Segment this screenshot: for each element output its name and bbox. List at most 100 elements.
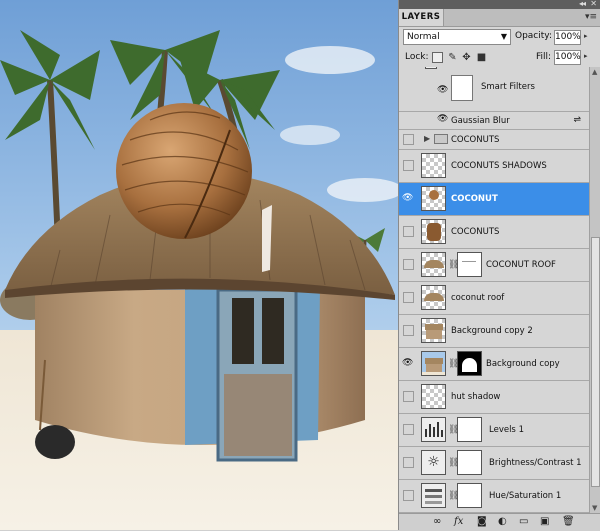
- layer-row-hut-shadow[interactable]: hut shadow: [399, 381, 589, 414]
- layer-thumbnail[interactable]: [421, 186, 446, 211]
- layer-name: coconut roof: [451, 293, 505, 303]
- visibility-toggle[interactable]: [403, 134, 414, 145]
- layer-row-background-copy-2[interactable]: Background copy 2: [399, 315, 589, 348]
- layer-row-hue-saturation-1[interactable]: ⛓ Hue/Saturation 1: [399, 480, 589, 513]
- layer-mask-thumbnail[interactable]: [457, 252, 482, 277]
- lock-transparent-icon[interactable]: [432, 52, 443, 63]
- layer-mask-thumbnail[interactable]: [457, 417, 482, 442]
- layer-row-coconuts-shadows[interactable]: COCONUTS SHADOWS: [399, 150, 589, 183]
- fill-slider-arrow-icon[interactable]: ▸: [584, 52, 588, 60]
- hue-saturation-icon[interactable]: [421, 483, 446, 508]
- scrollbar-thumb[interactable]: [591, 237, 600, 487]
- layer-row-brightness-contrast-1[interactable]: ☼ ⛓ Brightness/Contrast 1: [399, 447, 589, 480]
- blend-mode-value: Normal: [407, 32, 440, 42]
- new-group-icon[interactable]: ▭: [519, 515, 528, 529]
- layer-thumbnail[interactable]: [421, 219, 446, 244]
- layer-name: Gaussian Blur: [451, 116, 510, 126]
- layer-name: COCONUTS: [451, 227, 500, 237]
- layer-row-background-copy[interactable]: 👁 ⛓ Background copy: [399, 348, 589, 381]
- layer-thumbnail[interactable]: [421, 318, 446, 343]
- filter-mask-thumb[interactable]: [451, 75, 473, 101]
- layer-row-group-coconuts[interactable]: ▶ COCONUTS: [399, 130, 589, 150]
- hut-scene: [0, 0, 398, 530]
- visibility-toggle[interactable]: [403, 325, 414, 336]
- layer-row-coconut-roof-masked[interactable]: ⛓ COCONUT ROOF: [399, 249, 589, 282]
- lock-fill-row: Lock: ✎ ✥ ■ Fill: 100% ▸: [399, 49, 600, 68]
- layer-name: COCONUTS: [451, 135, 500, 145]
- canvas-image[interactable]: [0, 0, 398, 530]
- visibility-toggle[interactable]: [403, 259, 414, 270]
- eye-icon: 👁: [402, 193, 414, 203]
- layer-name: hut shadow: [451, 392, 501, 402]
- fill-label: Fill:: [536, 52, 552, 62]
- visibility-toggle[interactable]: [403, 457, 414, 468]
- layer-row-smart-filters[interactable]: 👁 Smart Filters: [399, 71, 589, 112]
- fx-icon[interactable]: fx: [454, 515, 463, 529]
- layer-row-coconut-roof[interactable]: coconut roof: [399, 282, 589, 315]
- blend-mode-select[interactable]: Normal ▼: [403, 29, 511, 45]
- brightness-contrast-icon[interactable]: ☼: [421, 450, 446, 475]
- layer-row-coconut[interactable]: 👁 COCONUT: [399, 183, 589, 216]
- new-layer-icon[interactable]: ▣: [540, 515, 549, 529]
- panel-title-bar: ◂◂ ✕: [399, 0, 600, 9]
- layer-thumbnail[interactable]: [421, 153, 446, 178]
- delete-layer-icon[interactable]: 🗑: [562, 515, 575, 529]
- scroll-down-icon[interactable]: ▼: [592, 504, 597, 512]
- opacity-slider-arrow-icon[interactable]: ▸: [584, 32, 588, 40]
- layer-name: Hue/Saturation 1: [489, 491, 562, 501]
- add-mask-icon[interactable]: ◙: [477, 515, 487, 529]
- blend-opacity-row: Normal ▼ Opacity: 100% ▸: [399, 27, 600, 49]
- collapse-icon[interactable]: ◂◂: [579, 0, 586, 8]
- layer-name: Smart Filters: [481, 82, 535, 92]
- fill-input[interactable]: 100%: [554, 50, 581, 65]
- tab-row: LAYERS ▾≡: [399, 9, 600, 27]
- layer-mask-thumbnail[interactable]: [457, 351, 482, 376]
- layer-thumbnail[interactable]: [421, 384, 446, 409]
- layers-list: 👁 Smart Filters 👁 Gaussian Blur ⇌ ▶ COCO…: [399, 67, 589, 513]
- layer-mask-thumbnail[interactable]: [457, 450, 482, 475]
- lock-move-icon[interactable]: ✥: [461, 52, 472, 63]
- eye-icon: 👁: [402, 358, 414, 368]
- lock-brush-icon[interactable]: ✎: [447, 52, 458, 63]
- opacity-input[interactable]: 100%: [554, 30, 581, 45]
- layer-name: Background copy: [486, 359, 560, 369]
- eye-icon[interactable]: 👁: [437, 85, 448, 95]
- layers-panel: ◂◂ ✕ LAYERS ▾≡ Normal ▼ Opacity: 100% ▸ …: [398, 0, 600, 531]
- layer-row-levels-1[interactable]: ⛓ Levels 1: [399, 414, 589, 447]
- smart-object-icon: [425, 67, 437, 69]
- layer-name: Brightness/Contrast 1: [489, 458, 582, 468]
- eye-icon[interactable]: 👁: [437, 114, 448, 124]
- tab-layers[interactable]: LAYERS: [399, 9, 444, 26]
- layer-mask-thumbnail[interactable]: [457, 483, 482, 508]
- visibility-toggle[interactable]: 👁: [402, 193, 414, 204]
- layers-scrollbar[interactable]: ▲ ▼: [589, 67, 600, 513]
- layer-row-coconuts[interactable]: COCONUTS: [399, 216, 589, 249]
- visibility-toggle[interactable]: [403, 391, 414, 402]
- visibility-toggle[interactable]: 👁: [402, 358, 414, 369]
- layer-name: COCONUT ROOF: [486, 260, 556, 270]
- visibility-toggle[interactable]: [403, 490, 414, 501]
- layer-thumbnail[interactable]: [421, 285, 446, 310]
- chevron-down-icon: ▼: [500, 32, 507, 41]
- lock-all-icon[interactable]: ■: [476, 52, 487, 63]
- adjustment-layer-icon[interactable]: ◐: [498, 515, 507, 529]
- panel-menu-icon[interactable]: ▾≡: [585, 12, 597, 22]
- visibility-toggle[interactable]: [403, 226, 414, 237]
- filter-options-icon[interactable]: ⇌: [573, 115, 581, 125]
- opacity-label: Opacity:: [515, 31, 552, 41]
- expand-triangle-icon[interactable]: ▶: [424, 134, 430, 143]
- layer-name: Background copy 2: [451, 326, 533, 336]
- close-icon[interactable]: ✕: [590, 0, 597, 8]
- layer-row-gaussian-blur[interactable]: 👁 Gaussian Blur ⇌: [399, 112, 589, 130]
- folder-icon: [434, 134, 448, 144]
- layer-name: COCONUT: [451, 194, 498, 204]
- scroll-up-icon[interactable]: ▲: [592, 68, 597, 76]
- layer-thumbnail[interactable]: [421, 351, 446, 376]
- layer-thumbnail[interactable]: [421, 252, 446, 277]
- link-layers-icon[interactable]: ∞: [433, 515, 441, 529]
- visibility-toggle[interactable]: [403, 160, 414, 171]
- levels-adjustment-icon[interactable]: [421, 417, 446, 442]
- visibility-toggle[interactable]: [403, 292, 414, 303]
- visibility-toggle[interactable]: [403, 424, 414, 435]
- layer-name: COCONUTS SHADOWS: [451, 161, 547, 171]
